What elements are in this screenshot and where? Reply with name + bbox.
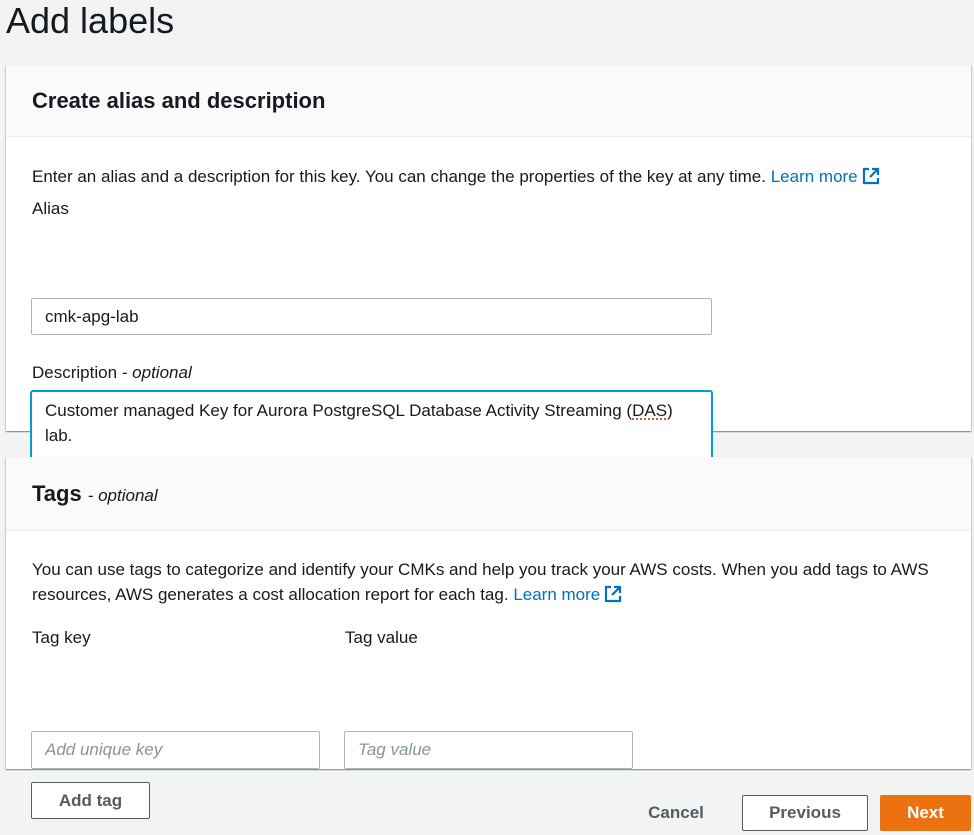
alias-input[interactable] <box>31 298 712 335</box>
next-button[interactable]: Next <box>880 795 971 831</box>
panel-header: Tags - optional <box>6 457 971 531</box>
external-link-icon <box>605 585 622 603</box>
tag-value-input[interactable] <box>344 731 633 769</box>
cancel-button[interactable]: Cancel <box>638 795 714 831</box>
previous-button[interactable]: Previous <box>742 795 868 831</box>
description-label: Description - optional <box>32 363 192 382</box>
tags-panel: Tags - optional You can use tags to categ… <box>6 457 971 819</box>
learn-more-link[interactable]: Learn more <box>513 585 622 604</box>
add-tag-button[interactable]: Add tag <box>31 782 150 819</box>
tag-key-label: Tag key <box>32 628 91 647</box>
tag-value-label: Tag value <box>345 628 418 647</box>
panel-title: Tags - optional <box>32 480 158 506</box>
tags-intro-text: You can use tags to categorize and ident… <box>32 560 929 604</box>
panel-title: Create alias and description <box>32 87 326 113</box>
panel-header: Create alias and description <box>6 65 971 137</box>
alias-label: Alias <box>32 199 69 218</box>
spellcheck-flag: DAS <box>632 401 668 420</box>
tag-key-input[interactable] <box>31 731 320 769</box>
alias-intro-text: Enter an alias and a description for thi… <box>32 164 952 189</box>
alias-description-panel: Create alias and description Enter an al… <box>6 65 971 477</box>
page-title: Add labels <box>6 0 175 41</box>
learn-more-link[interactable]: Learn more <box>771 167 880 186</box>
external-link-icon <box>862 167 879 185</box>
